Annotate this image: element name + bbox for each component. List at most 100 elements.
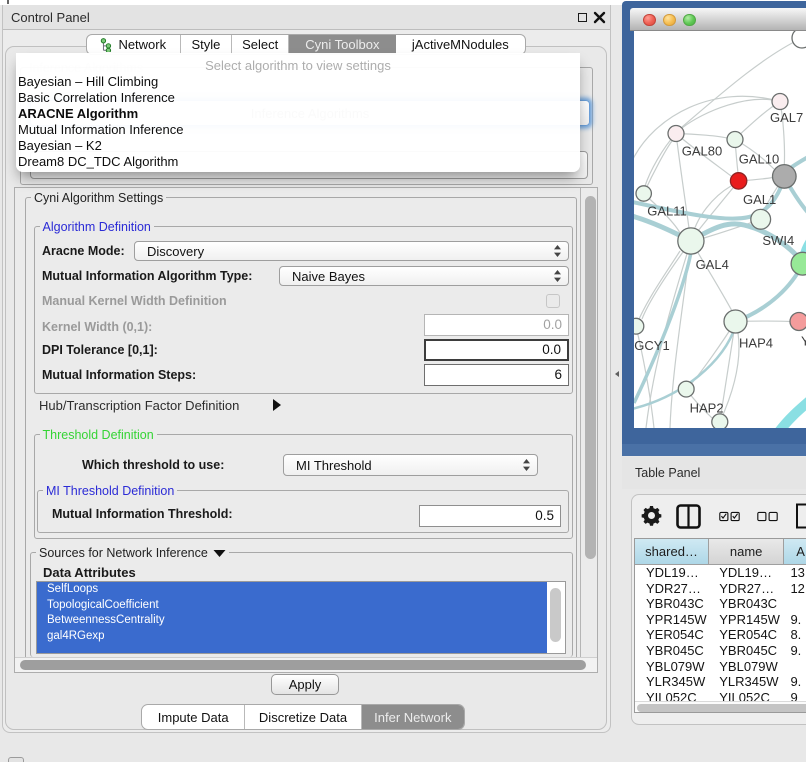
tab-network[interactable]: Network — [87, 35, 181, 54]
popup-item[interactable]: Mutual Information Inference — [16, 122, 580, 138]
gear-icon[interactable] — [641, 505, 662, 526]
network-node[interactable] — [678, 228, 704, 254]
column-header-third[interactable]: A — [784, 539, 806, 564]
table-cell: YBL079W — [635, 659, 709, 675]
column-header-shared-name[interactable]: shared… — [635, 539, 709, 564]
network-node[interactable] — [712, 414, 728, 428]
control-panel-tabs: Network Style Select Cyni Toolbox jActiv… — [86, 34, 526, 55]
network-node[interactable] — [634, 318, 644, 334]
table-row[interactable]: YBR043CYBR043C — [635, 596, 806, 612]
node-label: GAL80 — [682, 144, 722, 159]
node-label: Y — [801, 334, 806, 349]
aracne-mode-combo[interactable]: Discovery — [134, 241, 569, 261]
network-icon — [100, 38, 113, 52]
settings-horizontal-scrollbar[interactable] — [20, 660, 586, 670]
tab-impute-data[interactable]: Impute Data — [142, 705, 245, 729]
list-vertical-scrollbar[interactable] — [550, 588, 561, 642]
table-panel-header: Table Panel — [622, 457, 806, 489]
popup-item[interactable]: Basic Correlation Inference — [16, 90, 580, 106]
tab-style[interactable]: Style — [181, 35, 233, 54]
table-cell: YDL19… — [709, 565, 784, 581]
table-cell: YBR043C — [635, 596, 709, 612]
minimize-traffic-light[interactable] — [663, 14, 676, 27]
table-toolbar — [632, 495, 806, 538]
network-node[interactable] — [724, 310, 747, 333]
tab-select[interactable]: Select — [232, 35, 289, 54]
network-node[interactable] — [792, 31, 806, 48]
table-horizontal-scrollbar[interactable] — [637, 704, 806, 712]
zoom-traffic-light[interactable] — [683, 14, 696, 27]
table-cell: 12 — [784, 581, 806, 597]
list-item[interactable]: gal4RGexp — [37, 629, 547, 645]
table-row[interactable]: YDR27…YDR27…12 — [635, 581, 806, 597]
settings-vertical-scrollbar[interactable] — [585, 196, 596, 559]
float-window-icon[interactable] — [578, 13, 587, 22]
mi-algorithm-type-label: Mutual Information Algorithm Type: — [42, 269, 252, 283]
kernel-width-label: Kernel Width (0,1): — [42, 320, 152, 334]
network-node[interactable] — [730, 173, 746, 189]
table-header-row: shared… name A — [635, 539, 806, 565]
network-node[interactable] — [790, 313, 806, 331]
mi-steps-label: Mutual Information Steps: — [42, 368, 196, 382]
network-node[interactable] — [751, 209, 771, 229]
mi-steps-field[interactable]: 6 — [424, 364, 569, 386]
table-row[interactable]: YBR045CYBR045C9. — [635, 643, 806, 659]
split-columns-icon[interactable] — [676, 504, 701, 529]
hub-expand-arrow-icon[interactable] — [273, 399, 281, 411]
tab-cyni-toolbox[interactable]: Cyni Toolbox — [289, 35, 396, 54]
document-icon[interactable] — [795, 503, 806, 529]
table-row[interactable]: YBL079WYBL079W — [635, 659, 806, 675]
splitter-collapse-icon[interactable] — [615, 371, 619, 377]
apply-button[interactable]: Apply — [271, 674, 339, 695]
close-traffic-light[interactable] — [643, 14, 656, 27]
network-node[interactable] — [678, 381, 694, 397]
table-cell: YBR043C — [709, 596, 784, 612]
manual-kernel-width-checkbox[interactable] — [546, 294, 560, 308]
network-node[interactable] — [727, 132, 743, 148]
table-row[interactable]: YER054CYER054C8. — [635, 627, 806, 643]
column-header-name[interactable]: name — [709, 539, 784, 564]
hub-definition-label[interactable]: Hub/Transcription Factor Definition — [39, 398, 239, 413]
node-label: SWI4 — [762, 233, 794, 248]
network-canvas[interactable]: GAL7GAL80GAL10GAL1GAL11SWI4GAL4GCY1HAP4Y… — [634, 31, 806, 428]
unchecked-pair-icon[interactable] — [757, 511, 778, 522]
table-row[interactable]: YLR345WYLR345W9. — [635, 674, 806, 690]
list-item[interactable]: TopologicalCoefficient — [37, 598, 547, 614]
node-label: HAP2 — [690, 401, 724, 416]
which-threshold-combo[interactable]: MI Threshold — [283, 454, 538, 476]
network-node[interactable] — [668, 126, 684, 142]
popup-item-selected[interactable]: ARACNE Algorithm — [16, 106, 580, 122]
popup-item[interactable]: Bayesian – K2 — [16, 138, 580, 154]
table-body: YDL19…YDL19…13YDR27…YDR27…12YBR043CYBR04… — [635, 565, 806, 705]
table-cell: 9. — [784, 674, 806, 690]
table-row[interactable]: YPR145WYPR145W9. — [635, 612, 806, 628]
checked-pair-icon[interactable] — [719, 511, 740, 522]
network-node[interactable] — [791, 252, 806, 275]
dpi-tolerance-label: DPI Tolerance [0,1]: — [42, 343, 158, 357]
mi-threshold-field[interactable]: 0.5 — [419, 505, 561, 527]
tab-discretize-data[interactable]: Discretize Data — [245, 705, 361, 729]
popup-item[interactable]: Bayesian – Hill Climbing — [16, 74, 580, 90]
top-edge-artifact — [7, 0, 9, 4]
network-node[interactable] — [772, 94, 788, 110]
list-item[interactable]: BetweennessCentrality — [37, 613, 547, 629]
collapse-arrow-icon[interactable] — [213, 549, 226, 558]
popup-item[interactable]: Dream8 DC_TDC Algorithm — [16, 154, 580, 170]
tab-jactivemnodules[interactable]: jActiveMNodules — [396, 35, 525, 54]
network-node[interactable] — [773, 165, 797, 189]
table-cell: YDR27… — [709, 581, 784, 597]
mi-algorithm-type-combo[interactable]: Naive Bayes — [279, 266, 569, 286]
node-label: GAL4 — [696, 257, 729, 272]
table-cell: YDL19… — [635, 565, 709, 581]
table-cell: 13 — [784, 565, 806, 581]
tab-infer-network[interactable]: Infer Network — [362, 705, 464, 729]
network-node[interactable] — [636, 186, 651, 201]
table-cell: YPR145W — [635, 612, 709, 628]
kernel-width-field[interactable]: 0.0 — [424, 314, 569, 336]
list-item[interactable]: SelfLoops — [37, 582, 547, 598]
table-row[interactable]: YDL19…YDL19…13 — [635, 565, 806, 581]
close-icon[interactable] — [593, 11, 606, 24]
network-view-window: GAL7GAL80GAL10GAL1GAL11SWI4GAL4GCY1HAP4Y… — [622, 1, 806, 456]
dpi-tolerance-field[interactable]: 0.0 — [424, 339, 569, 361]
table-cell: YPR145W — [709, 612, 784, 628]
